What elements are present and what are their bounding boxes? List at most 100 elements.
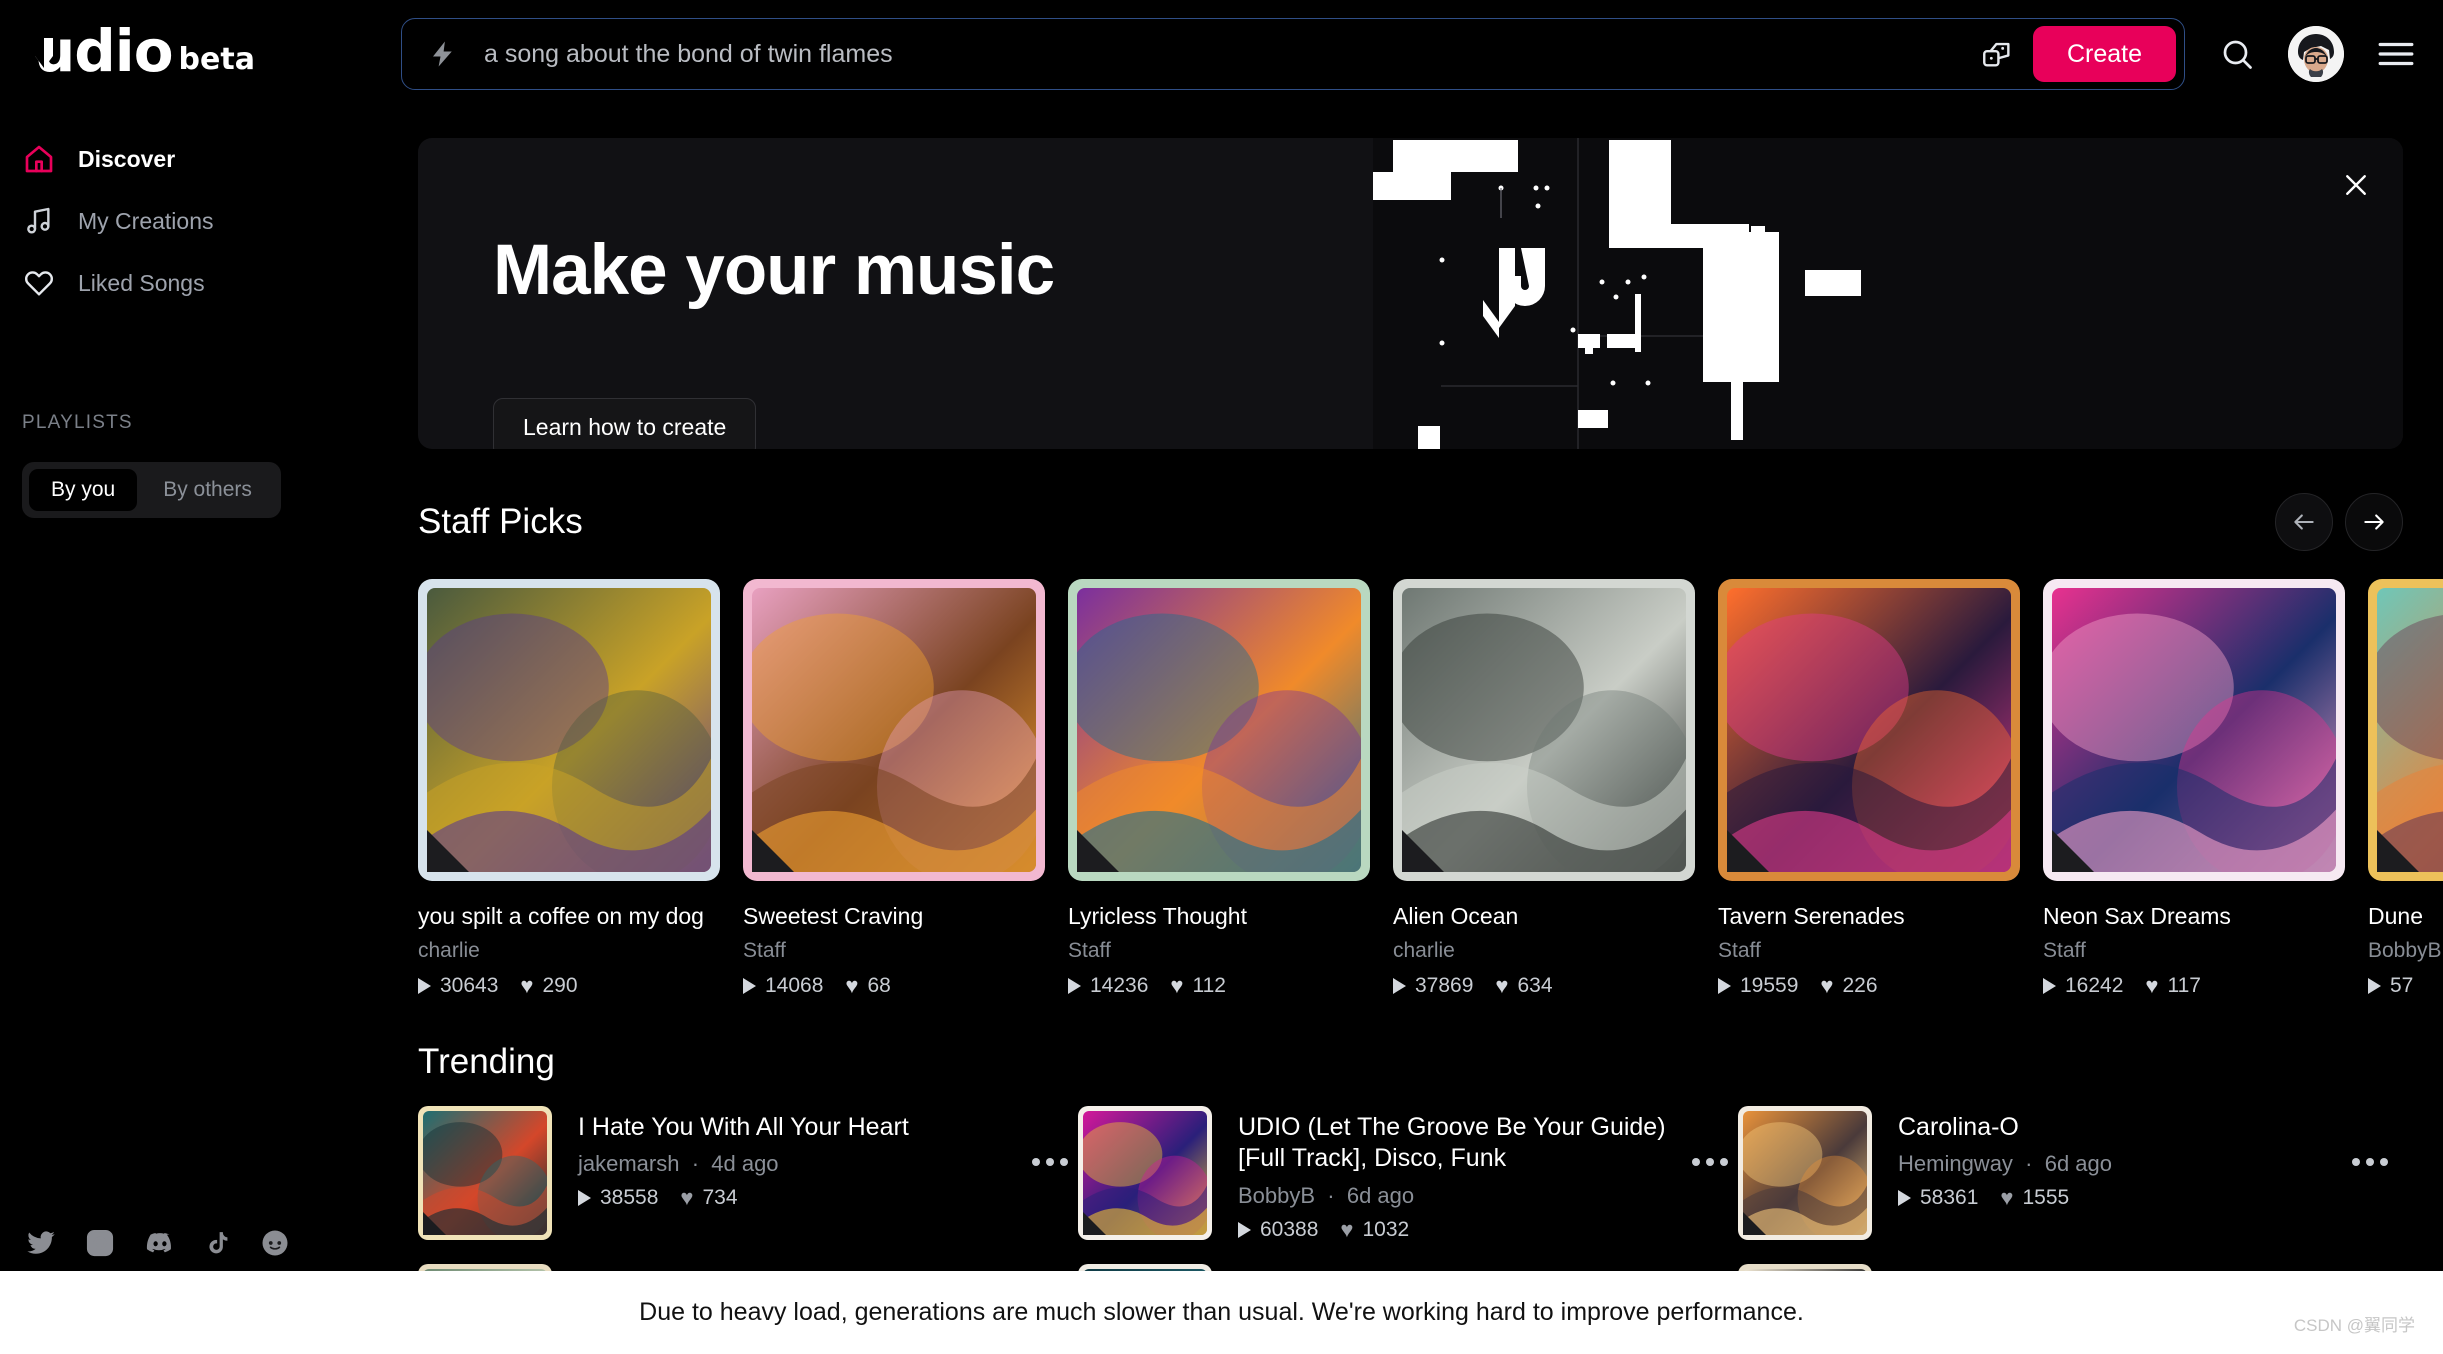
album-art[interactable] <box>743 579 1045 881</box>
track-title[interactable]: UDIO (Let The Groove Be Your Guide) [Ful… <box>1238 1112 1678 1175</box>
trending-list-item[interactable]: I Hate You With All Your Heart jakemarsh … <box>418 1106 1078 1242</box>
trending-list-item[interactable]: UDIO (Let The Groove Be Your Guide) [Ful… <box>1078 1106 1738 1242</box>
track-artist[interactable]: BobbyB <box>2368 939 2443 963</box>
track-title[interactable]: Lyricless Thought <box>1068 903 1370 930</box>
track-artist[interactable]: Staff <box>2043 939 2345 963</box>
album-art[interactable] <box>2368 579 2443 881</box>
hamburger-menu-icon[interactable] <box>2377 39 2415 69</box>
sidebar-item-liked-songs[interactable]: Liked Songs <box>0 252 400 314</box>
like-count: ♥ 68 <box>845 973 891 998</box>
track-meta: UDIO (Let The Groove Be Your Guide) [Ful… <box>1238 1106 1678 1242</box>
track-title[interactable]: Neon Sax Dreams <box>2043 903 2345 930</box>
search-icon[interactable] <box>2219 36 2255 72</box>
like-count: ♥ 290 <box>520 973 578 998</box>
staff-pick-card[interactable]: Neon Sax Dreams Staff 16242 ♥ 117 <box>2043 579 2345 998</box>
play-icon <box>418 978 431 994</box>
home-icon <box>22 142 56 176</box>
corner-fold-icon <box>427 830 469 872</box>
play-icon <box>743 978 756 994</box>
album-art[interactable] <box>1393 579 1695 881</box>
sidebar-item-label: My Creations <box>78 207 214 234</box>
corner-fold-icon <box>752 830 794 872</box>
heart-icon <box>22 266 56 300</box>
play-icon <box>1898 1190 1911 1207</box>
track-title[interactable]: you spilt a coffee on my dog <box>418 903 720 930</box>
arrow-left-icon[interactable] <box>2275 493 2333 551</box>
track-title[interactable]: Dune <box>2368 903 2443 930</box>
track-artist[interactable]: Staff <box>1068 939 1370 963</box>
learn-how-to-create-button[interactable]: Learn how to create <box>493 398 757 449</box>
album-art[interactable] <box>2043 579 2345 881</box>
staff-pick-card[interactable]: Alien Ocean charlie 37869 ♥ 634 <box>1393 579 1695 998</box>
staff-pick-card[interactable]: you spilt a coffee on my dog charlie 30643… <box>418 579 720 998</box>
play-count: 14236 <box>1068 974 1148 998</box>
corner-fold-icon <box>1402 830 1444 872</box>
album-art-image <box>1402 588 1686 872</box>
more-options-icon[interactable] <box>1692 1158 1728 1166</box>
close-icon[interactable] <box>2337 166 2375 204</box>
album-art[interactable] <box>1078 1106 1212 1240</box>
top-bar: Create <box>400 0 2443 108</box>
like-count: ♥ 1032 <box>1340 1216 1410 1242</box>
track-title[interactable]: Carolina-O <box>1898 1112 2338 1143</box>
corner-fold-icon <box>1743 1212 1766 1235</box>
reddit-icon[interactable] <box>260 1228 290 1258</box>
track-artist[interactable]: charlie <box>1393 939 1695 963</box>
track-artist-and-age[interactable]: jakemarsh · 4d ago <box>578 1151 1018 1177</box>
more-options-icon[interactable] <box>1032 1158 1068 1166</box>
album-art[interactable] <box>418 1106 552 1240</box>
twitter-icon[interactable] <box>26 1228 56 1258</box>
dice-shuffle-icon[interactable] <box>1971 28 2023 80</box>
staff-pick-card[interactable]: Dune BobbyB 57 <box>2368 579 2443 998</box>
track-artist[interactable]: charlie <box>418 939 720 963</box>
track-artist-and-age[interactable]: BobbyB · 6d ago <box>1238 1183 1678 1209</box>
sidebar-nav: Discover My Creations Liked Songs <box>0 128 400 314</box>
corner-fold-icon <box>1727 830 1769 872</box>
heart-icon: ♥ <box>1820 973 1834 998</box>
prompt-bar[interactable]: Create <box>401 18 2185 90</box>
lightning-bolt-icon <box>428 37 462 71</box>
more-options-icon[interactable] <box>2352 1158 2388 1166</box>
sidebar: udio beta Discover My Creations Liked So… <box>0 0 400 1354</box>
album-art-image <box>427 588 711 872</box>
track-title[interactable]: Sweetest Craving <box>743 903 1045 930</box>
arrow-right-icon[interactable] <box>2345 493 2403 551</box>
like-count: ♥ 112 <box>1170 973 1226 998</box>
album-art[interactable] <box>1718 579 2020 881</box>
corner-fold-icon <box>423 1212 446 1235</box>
track-stats: 57 <box>2368 974 2443 998</box>
track-title[interactable]: Alien Ocean <box>1393 903 1695 930</box>
album-art-image <box>1727 588 2011 872</box>
trending-list-item[interactable]: Carolina-O Hemingway · 6d ago 58361 ♥ 1555 <box>1738 1106 2398 1242</box>
instagram-icon[interactable] <box>85 1228 115 1258</box>
create-button[interactable]: Create <box>2032 26 2176 82</box>
discord-icon[interactable] <box>144 1228 176 1258</box>
play-icon <box>578 1190 591 1207</box>
sidebar-item-discover[interactable]: Discover <box>0 128 400 190</box>
album-art-image <box>752 588 1036 872</box>
playlist-filter-by-you[interactable]: By you <box>29 469 138 511</box>
track-title[interactable]: Tavern Serenades <box>1718 903 2020 930</box>
tiktok-icon[interactable] <box>205 1228 231 1258</box>
staff-pick-card[interactable]: Sweetest Craving Staff 14068 ♥ 68 <box>743 579 1045 998</box>
staff-pick-card[interactable]: Lyricless Thought Staff 14236 ♥ 112 <box>1068 579 1370 998</box>
track-artist[interactable]: Staff <box>743 939 1045 963</box>
album-art[interactable] <box>1738 1106 1872 1240</box>
album-art[interactable] <box>418 579 720 881</box>
play-icon <box>1393 978 1406 994</box>
avatar[interactable] <box>2288 26 2344 82</box>
playlist-filter-by-others[interactable]: By others <box>141 469 274 511</box>
status-banner-message: Due to heavy load, generations are much … <box>639 1298 1804 1326</box>
track-artist-and-age[interactable]: Hemingway · 6d ago <box>1898 1151 2338 1177</box>
watermark: CSDN @翼同学 <box>2293 1316 2415 1335</box>
track-artist[interactable]: Staff <box>1718 939 2020 963</box>
prompt-input[interactable] <box>462 39 1971 69</box>
staff-pick-card[interactable]: Tavern Serenades Staff 19559 ♥ 226 <box>1718 579 2020 998</box>
album-art[interactable] <box>1068 579 1370 881</box>
heart-icon: ♥ <box>520 973 534 998</box>
sidebar-item-my-creations[interactable]: My Creations <box>0 190 400 252</box>
track-title[interactable]: I Hate You With All Your Heart <box>578 1112 1018 1143</box>
playlist-filter-segmented-control: By you By others <box>22 462 281 518</box>
app-logo[interactable]: udio beta <box>34 22 255 80</box>
track-stats: 58361 ♥ 1555 <box>1898 1186 2338 1210</box>
